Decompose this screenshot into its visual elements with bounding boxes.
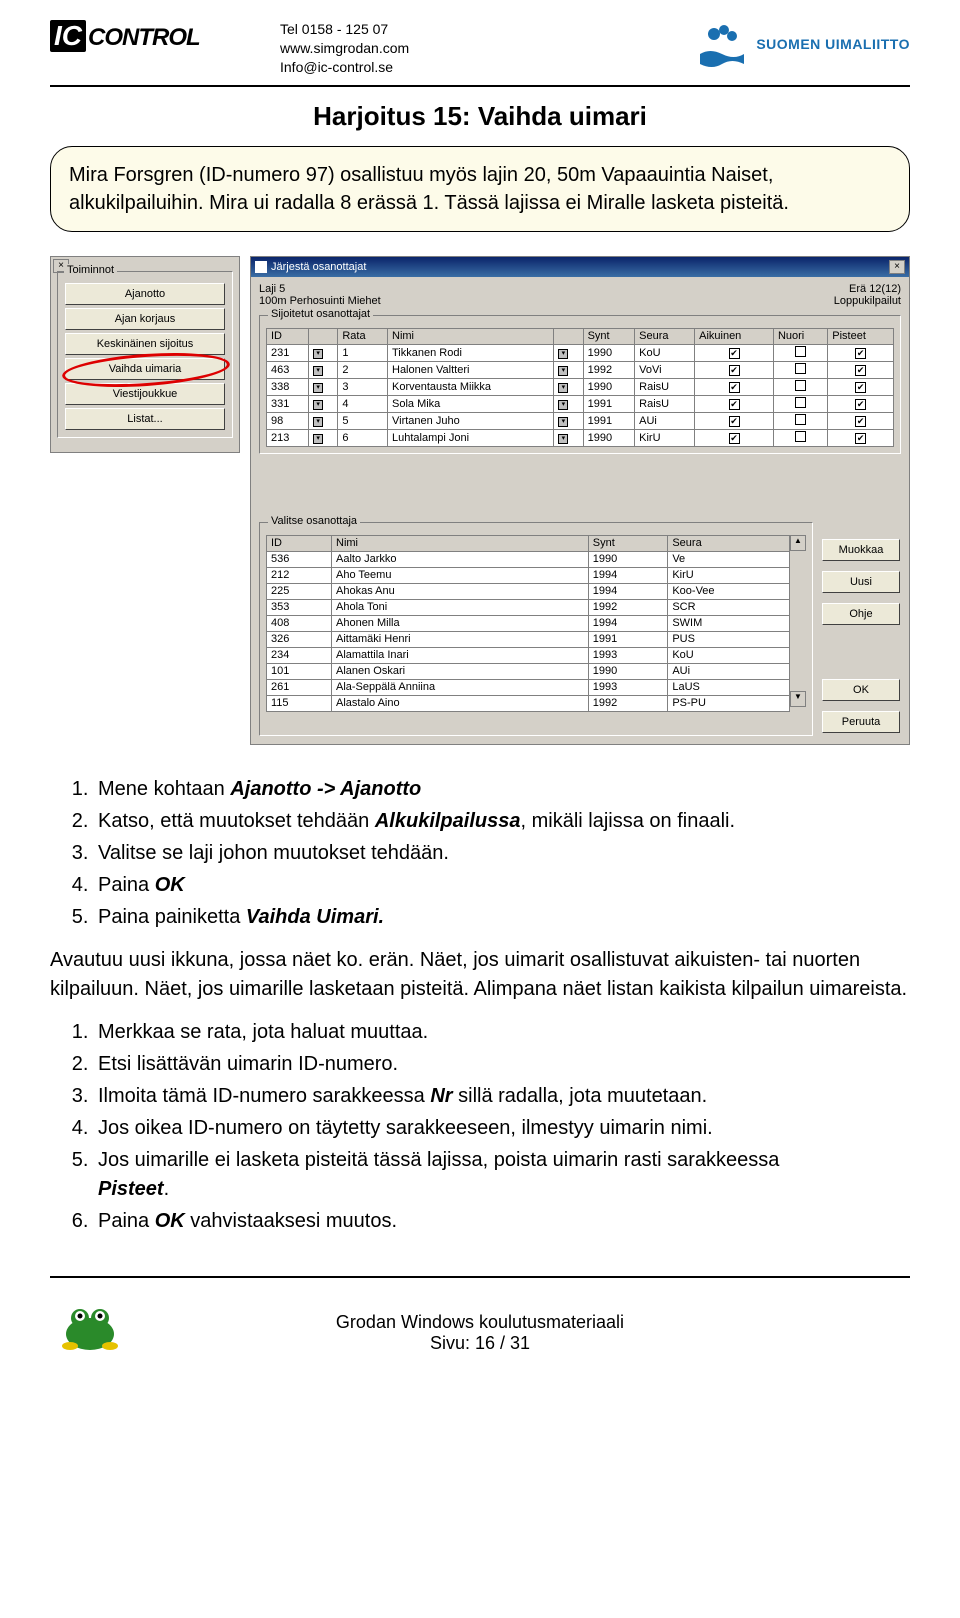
- btn-listat[interactable]: Listat...: [65, 408, 225, 430]
- col-header: Nimi: [388, 328, 554, 344]
- list-item[interactable]: 225Ahokas Anu1994Koo-Vee: [267, 583, 790, 599]
- table-row[interactable]: 98▾5Virtanen Juho▾1991AUi✔✔: [267, 412, 894, 429]
- screenshot-area: × Toiminnot Ajanotto Ajan korjaus Keskin…: [50, 256, 910, 745]
- btn-ajan-korjaus[interactable]: Ajan korjaus: [65, 308, 225, 330]
- col-header: [309, 328, 338, 344]
- table-row[interactable]: 463▾2Halonen Valtteri▾1992VoVi✔✔: [267, 361, 894, 378]
- col-header: Rata: [338, 328, 388, 344]
- org-name: SUOMEN UIMALIITTO: [756, 36, 910, 52]
- list-item[interactable]: 353Ahola Toni1992SCR: [267, 599, 790, 615]
- page-title: Harjoitus 15: Vaihda uimari: [50, 101, 910, 132]
- btn-viestijoukkue[interactable]: Viestijoukkue: [65, 383, 225, 405]
- list-item[interactable]: 115Alastalo Aino1992PS-PU: [267, 695, 790, 711]
- footer-line2: Sivu: 16 / 31: [130, 1333, 830, 1354]
- logo-control-text: CONTROL: [88, 24, 200, 51]
- col-header: [554, 328, 583, 344]
- dialog-topinfo: Laji 5 100m Perhosuinti Miehet Erä 12(12…: [251, 279, 909, 311]
- step1-3: Valitse se laji johon muutokset tehdään.: [94, 839, 910, 868]
- col-header: Seura: [635, 328, 695, 344]
- step2-5: Jos uimarille ei lasketa pisteitä tässä …: [94, 1146, 910, 1204]
- toiminnot-panel: × Toiminnot Ajanotto Ajan korjaus Keskin…: [50, 256, 240, 453]
- btn-muokkaa[interactable]: Muokkaa: [822, 539, 900, 561]
- contact-tel: Tel 0158 - 125 07: [280, 20, 610, 39]
- list-item[interactable]: 326Aittamäki Henri1991PUS: [267, 631, 790, 647]
- scroll-down-icon[interactable]: ▼: [790, 691, 806, 707]
- step1-2: Katso, että muutokset tehdään Alkukilpai…: [94, 807, 910, 836]
- btn-ajanotto[interactable]: Ajanotto: [65, 283, 225, 305]
- contact-email: Info@ic-control.se: [280, 58, 610, 77]
- step2-6: Paina OK vahvistaaksesi muutos.: [94, 1207, 910, 1236]
- org-logo-block: SUOMEN UIMALIITTO: [610, 20, 910, 68]
- col-header: ID: [267, 328, 309, 344]
- side-button-column: Muokkaa Uusi Ohje OK Peruuta: [821, 522, 901, 736]
- list-item[interactable]: 101Alanen Oskari1990AUi: [267, 663, 790, 679]
- list-item[interactable]: 408Ahonen Milla1994SWIM: [267, 615, 790, 631]
- step2-2: Etsi lisättävän uimarin ID-numero.: [94, 1050, 910, 1079]
- col-header: Seura: [668, 535, 790, 551]
- placed-table: IDRataNimiSyntSeuraAikuinenNuoriPisteet …: [266, 328, 894, 447]
- logo-ic-text: IC: [50, 20, 86, 52]
- dialog-titlebar: Järjestä osanottajat ×: [251, 257, 909, 277]
- laji-name: 100m Perhosuinti Miehet: [259, 295, 834, 307]
- list-item[interactable]: 212Aho Teemu1994KirU: [267, 567, 790, 583]
- placed-fieldset: Sijoitetut osanottajat IDRataNimiSyntSeu…: [259, 315, 901, 454]
- step1-4: Paina OK: [94, 871, 910, 900]
- list-item[interactable]: 536Aalto Jarkko1990Ve: [267, 551, 790, 567]
- scrollbar[interactable]: ▲ ▼: [790, 535, 806, 712]
- dialog-title: Järjestä osanottajat: [271, 261, 366, 273]
- list-item[interactable]: 234Alamattila Inari1993KoU: [267, 647, 790, 663]
- col-header: Synt: [588, 535, 668, 551]
- steps-list-2: Merkkaa se rata, jota haluat muuttaa. Et…: [94, 1018, 910, 1236]
- header-rule: [50, 85, 910, 87]
- table-row[interactable]: 213▾6Luhtalampi Joni▾1990KirU✔✔: [267, 429, 894, 446]
- step2-1: Merkkaa se rata, jota haluat muuttaa.: [94, 1018, 910, 1047]
- step1-1: Mene kohtaan Ajanotto -> Ajanotto: [94, 775, 910, 804]
- step2-4: Jos oikea ID-numero on täytetty sarakkee…: [94, 1114, 910, 1143]
- btn-peruuta[interactable]: Peruuta: [822, 711, 900, 733]
- col-header: Synt: [583, 328, 635, 344]
- swimming-icon: [698, 20, 746, 68]
- placed-legend: Sijoitetut osanottajat: [268, 308, 373, 320]
- step2-3: Ilmoita tämä ID-numero sarakkeessa Nr si…: [94, 1082, 910, 1111]
- frog-icon: [50, 1284, 130, 1354]
- btn-keskinainen[interactable]: Keskinäinen sijoitus: [65, 333, 225, 355]
- dialog-close-icon[interactable]: ×: [889, 260, 905, 274]
- era-number: Erä 12(12): [834, 283, 901, 295]
- btn-vaihda-uimaria[interactable]: Vaihda uimaria: [65, 358, 225, 380]
- list-item[interactable]: 261Ala-Seppälä Anniina1993LaUS: [267, 679, 790, 695]
- dialog-jarjesta: Järjestä osanottajat × Laji 5 100m Perho…: [250, 256, 910, 745]
- toiminnot-legend: Toiminnot: [64, 264, 117, 276]
- table-row[interactable]: 338▾3Korventausta Miikka▾1990RaisU✔✔: [267, 378, 894, 395]
- steps-list-1: Mene kohtaan Ajanotto -> Ajanotto Katso,…: [94, 775, 910, 932]
- select-table: IDNimiSyntSeura 536Aalto Jarkko1990Ve212…: [266, 535, 790, 712]
- col-header: Nuori: [773, 328, 827, 344]
- paragraph-mid: Avautuu uusi ikkuna, jossa näet ko. erän…: [50, 946, 910, 1004]
- btn-ok[interactable]: OK: [822, 679, 900, 701]
- col-header: ID: [267, 535, 332, 551]
- select-legend: Valitse osanottaja: [268, 515, 360, 527]
- laji-number: Laji 5: [259, 283, 834, 295]
- select-fieldset: Valitse osanottaja IDNimiSyntSeura 536Aa…: [259, 522, 813, 736]
- page-header: ICCONTROL Tel 0158 - 125 07 www.simgroda…: [50, 0, 910, 77]
- dialog-icon: [255, 261, 267, 273]
- col-header: Pisteet: [828, 328, 894, 344]
- contact-web: www.simgrodan.com: [280, 39, 610, 58]
- footer-text: Grodan Windows koulutusmateriaali Sivu: …: [130, 1312, 830, 1354]
- scroll-up-icon[interactable]: ▲: [790, 535, 806, 551]
- col-header: Nimi: [332, 535, 589, 551]
- page-footer: Grodan Windows koulutusmateriaali Sivu: …: [50, 1278, 910, 1384]
- table-row[interactable]: 231▾1Tikkanen Rodi▾1990KoU✔✔: [267, 344, 894, 361]
- btn-uusi[interactable]: Uusi: [822, 571, 900, 593]
- footer-line1: Grodan Windows koulutusmateriaali: [130, 1312, 830, 1333]
- btn-ohje[interactable]: Ohje: [822, 603, 900, 625]
- contact-info: Tel 0158 - 125 07 www.simgrodan.com Info…: [280, 20, 610, 77]
- loppukilpailut: Loppukilpailut: [834, 295, 901, 307]
- body-text: Mene kohtaan Ajanotto -> Ajanotto Katso,…: [50, 775, 910, 1236]
- instructions-callout: Mira Forsgren (ID-numero 97) osallistuu …: [50, 146, 910, 232]
- col-header: Aikuinen: [695, 328, 774, 344]
- step1-5: Paina painiketta Vaihda Uimari.: [94, 903, 910, 932]
- table-row[interactable]: 331▾4Sola Mika▾1991RaisU✔✔: [267, 395, 894, 412]
- logo-ic-control: ICCONTROL: [50, 20, 280, 52]
